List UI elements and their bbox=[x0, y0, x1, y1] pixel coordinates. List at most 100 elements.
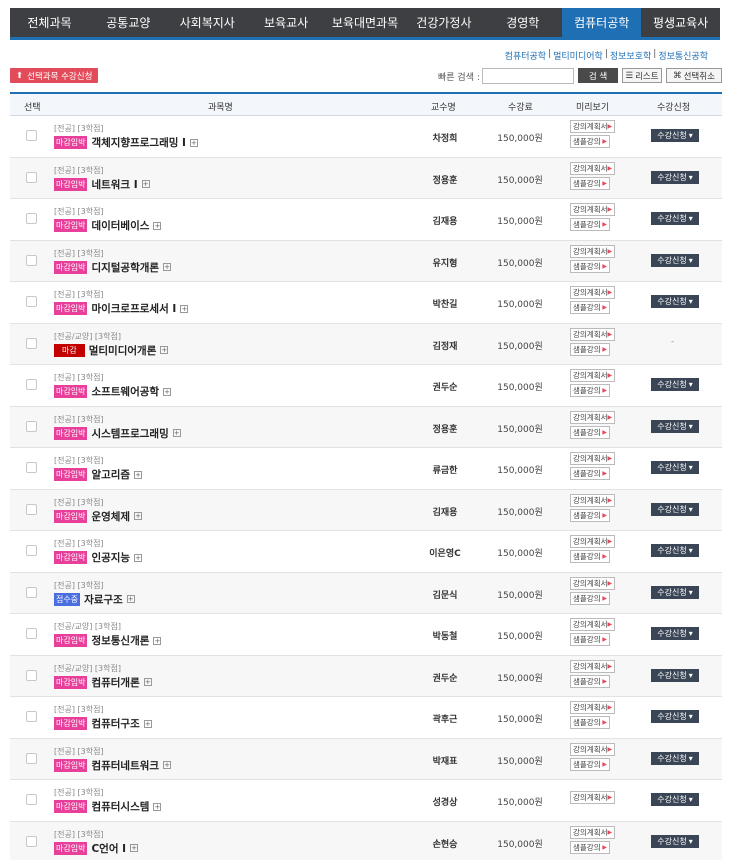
course-name[interactable]: 컴퓨터시스템 bbox=[91, 799, 149, 814]
plus-box-icon[interactable]: + bbox=[134, 553, 143, 562]
select-checkbox[interactable] bbox=[26, 794, 37, 805]
sample-lecture-button[interactable]: 샘플강의 ▶ bbox=[570, 384, 610, 397]
enroll-button[interactable]: 수강신청 ▾ bbox=[651, 710, 699, 723]
select-checkbox[interactable] bbox=[26, 213, 37, 224]
sample-lecture-button[interactable]: 샘플강의 ▶ bbox=[570, 301, 610, 314]
enroll-button[interactable]: 수강신청 ▾ bbox=[651, 378, 699, 391]
plus-box-icon[interactable]: + bbox=[134, 470, 143, 479]
sample-lecture-button[interactable]: 샘플강의 ▶ bbox=[570, 176, 610, 190]
select-checkbox[interactable] bbox=[26, 420, 37, 432]
syllabus-button[interactable]: 강의계획서 ▶ bbox=[570, 244, 615, 258]
sample-lecture-button[interactable]: 샘플강의 ▶ bbox=[570, 218, 610, 231]
syllabus-button[interactable]: 강의계획서 ▶ bbox=[570, 493, 615, 507]
enroll-button[interactable]: 수강신청 ▾ bbox=[651, 668, 699, 682]
course-name[interactable]: 소프트웨어공학 bbox=[91, 384, 159, 399]
list-button[interactable]: ☰ 리스트 bbox=[622, 68, 662, 83]
nav-tab[interactable]: 보육대면과목 bbox=[326, 8, 405, 37]
select-checkbox[interactable] bbox=[26, 752, 37, 764]
select-checkbox[interactable] bbox=[26, 628, 37, 639]
syllabus-button[interactable]: 강의계획서 ▶ bbox=[570, 659, 615, 673]
subnav-link[interactable]: 정보통신공학 bbox=[658, 49, 708, 62]
enroll-button[interactable]: 수강신청 ▾ bbox=[651, 502, 699, 516]
plus-box-icon[interactable]: + bbox=[163, 387, 172, 396]
sample-lecture-button[interactable]: 샘플강의 ▶ bbox=[570, 259, 610, 273]
plus-box-icon[interactable]: + bbox=[143, 719, 152, 728]
plus-box-icon[interactable]: + bbox=[141, 180, 150, 188]
course-name[interactable]: 디지털공학개론 bbox=[91, 260, 159, 275]
syllabus-button[interactable]: 강의계획서 ▶ bbox=[570, 701, 615, 714]
sample-lecture-button[interactable]: 샘플강의 ▶ bbox=[570, 425, 610, 439]
course-name[interactable]: 마이크로프로세서 I bbox=[91, 301, 176, 316]
sample-lecture-button[interactable]: 샘플강의 ▶ bbox=[570, 591, 610, 605]
course-name[interactable]: 데이터베이스 bbox=[91, 218, 149, 233]
course-name[interactable]: 자료구조 bbox=[84, 592, 123, 607]
syllabus-button[interactable]: 강의계획서 ▶ bbox=[570, 161, 615, 175]
course-name[interactable]: 인공지능 bbox=[91, 550, 130, 565]
sample-lecture-button[interactable]: 샘플강의 ▶ bbox=[570, 757, 610, 771]
sample-lecture-button[interactable]: 샘플강의 ▶ bbox=[570, 135, 610, 148]
course-name[interactable]: 네트워크 I bbox=[91, 177, 137, 192]
course-name[interactable]: 정보통신개론 bbox=[91, 633, 149, 648]
plus-box-icon[interactable]: + bbox=[153, 221, 162, 230]
enroll-button[interactable]: 수강신청 ▾ bbox=[651, 170, 699, 184]
enroll-button[interactable]: 수강신청 ▾ bbox=[651, 585, 699, 599]
sample-lecture-button[interactable]: 샘플강의 ▶ bbox=[570, 840, 610, 854]
nav-tab[interactable]: 평생교육사 bbox=[641, 8, 720, 37]
course-name[interactable]: 멀티미디어개론 bbox=[89, 343, 157, 358]
syllabus-button[interactable]: 강의계획서 ▶ bbox=[570, 369, 615, 382]
nav-tab[interactable]: 공통교양 bbox=[89, 8, 168, 37]
enroll-button[interactable]: 수강신청 ▾ bbox=[651, 461, 699, 474]
plus-box-icon[interactable]: + bbox=[189, 138, 198, 147]
sample-lecture-button[interactable]: 샘플강의 ▶ bbox=[570, 467, 610, 480]
sample-lecture-button[interactable]: 샘플강의 ▶ bbox=[570, 342, 610, 356]
nav-tab[interactable]: 건강가정사 bbox=[404, 8, 483, 37]
select-checkbox[interactable] bbox=[26, 171, 37, 183]
quick-search-input[interactable] bbox=[482, 68, 574, 84]
select-checkbox[interactable] bbox=[26, 379, 37, 390]
enroll-button[interactable]: 수강신청 ▾ bbox=[651, 129, 699, 142]
course-name[interactable]: 시스템프로그래밍 bbox=[91, 426, 168, 441]
nav-tab[interactable]: 경영학 bbox=[483, 8, 562, 37]
select-checkbox[interactable] bbox=[26, 586, 37, 598]
plus-box-icon[interactable]: + bbox=[172, 429, 181, 437]
subnav-link[interactable]: 정보보호학 bbox=[610, 49, 651, 62]
select-checkbox[interactable] bbox=[26, 337, 37, 349]
course-name[interactable]: 컴퓨터네트워크 bbox=[91, 758, 159, 773]
sample-lecture-button[interactable]: 샘플강의 ▶ bbox=[570, 550, 610, 563]
syllabus-button[interactable]: 강의계획서 ▶ bbox=[570, 286, 615, 299]
enroll-button[interactable]: 수강신청 ▾ bbox=[651, 793, 699, 806]
sample-lecture-button[interactable]: 샘플강의 ▶ bbox=[570, 674, 610, 688]
plus-box-icon[interactable]: + bbox=[163, 263, 172, 271]
sample-lecture-button[interactable]: 샘플강의 ▶ bbox=[570, 716, 610, 729]
plus-box-icon[interactable]: + bbox=[143, 678, 152, 686]
select-checkbox[interactable] bbox=[26, 296, 37, 307]
subnav-link[interactable]: 멀티미디어학 bbox=[553, 49, 603, 62]
subnav-link[interactable]: 컴퓨터공학 bbox=[505, 49, 546, 62]
plus-box-icon[interactable]: + bbox=[153, 636, 162, 645]
syllabus-button[interactable]: 강의계획서 ▶ bbox=[570, 452, 615, 465]
select-checkbox[interactable] bbox=[26, 711, 37, 722]
select-checkbox[interactable] bbox=[26, 669, 37, 681]
enroll-button[interactable]: 수강신청 ▾ bbox=[651, 834, 699, 848]
deselect-button[interactable]: ⌘ 선택취소 bbox=[666, 68, 722, 83]
course-name[interactable]: 객체지향프로그래밍 I bbox=[91, 135, 186, 150]
enroll-button[interactable]: 수강신청 ▾ bbox=[651, 212, 699, 225]
enroll-button[interactable]: 수강신청 ▾ bbox=[651, 253, 699, 267]
syllabus-button[interactable]: 강의계획서 ▶ bbox=[570, 120, 615, 133]
syllabus-button[interactable]: 강의계획서 ▶ bbox=[570, 410, 615, 424]
nav-tab[interactable]: 사회복지사 bbox=[168, 8, 247, 37]
syllabus-button[interactable]: 강의계획서 ▶ bbox=[570, 535, 615, 548]
course-name[interactable]: 알고리즘 bbox=[91, 467, 130, 482]
search-button[interactable]: 검 색 bbox=[578, 68, 618, 83]
plus-box-icon[interactable]: + bbox=[180, 304, 189, 313]
select-checkbox[interactable] bbox=[26, 835, 37, 847]
course-name[interactable]: C언어 I bbox=[91, 841, 126, 856]
select-checkbox[interactable] bbox=[26, 545, 37, 556]
syllabus-button[interactable]: 강의계획서 ▶ bbox=[570, 825, 615, 839]
enroll-selected-button[interactable]: ⬆ 선택과목 수강신청 bbox=[10, 68, 99, 83]
select-checkbox[interactable] bbox=[26, 254, 37, 266]
nav-tab[interactable]: 보육교사 bbox=[247, 8, 326, 37]
enroll-button[interactable]: 수강신청 ▾ bbox=[651, 751, 699, 765]
enroll-button[interactable]: 수강신청 ▾ bbox=[651, 544, 699, 557]
enroll-button[interactable]: 수강신청 ▾ bbox=[651, 627, 699, 640]
